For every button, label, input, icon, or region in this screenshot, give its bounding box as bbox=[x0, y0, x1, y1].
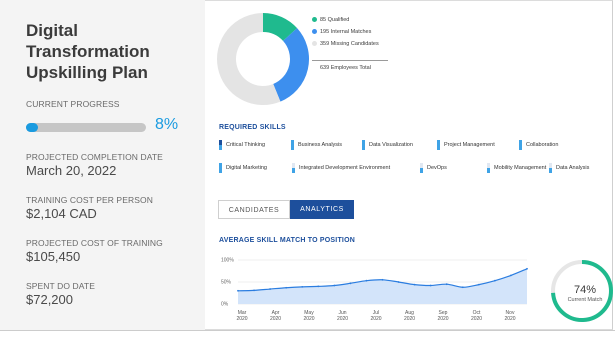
y-tick-label: 100% bbox=[221, 258, 234, 264]
skill-label: Project Management bbox=[444, 142, 495, 148]
legend-item-qualified: 85 Qualified bbox=[312, 17, 349, 23]
legend-dot bbox=[312, 29, 317, 35]
data-point bbox=[493, 279, 496, 282]
skill-label: Mobility Management bbox=[494, 165, 547, 171]
skill-level-lower bbox=[420, 168, 423, 173]
projected-cost-label: PROJECTED COST OF TRAINING bbox=[26, 238, 163, 248]
current-match-label: Current Match bbox=[567, 297, 603, 303]
progress-bar-fill bbox=[26, 123, 38, 132]
skill-level-indicator bbox=[519, 140, 522, 150]
y-tick-label: 0% bbox=[221, 302, 229, 308]
skill-level-indicator bbox=[219, 140, 222, 150]
donut-segment-qualified bbox=[262, 13, 298, 42]
x-tick-label: 2020 bbox=[504, 316, 515, 322]
x-tick-label: 2020 bbox=[404, 316, 415, 322]
progress-label: CURRENT PROGRESS bbox=[26, 99, 120, 109]
completion-date-label: PROJECTED COMPLETION DATE bbox=[26, 152, 163, 162]
data-point bbox=[445, 283, 448, 286]
spent-to-date-value: $72,200 bbox=[26, 292, 73, 307]
x-tick-label: 2020 bbox=[437, 316, 448, 322]
data-point bbox=[429, 284, 432, 287]
projected-cost-value: $105,450 bbox=[26, 249, 81, 264]
skill-label: DevOps bbox=[427, 165, 447, 171]
skill-level-lower bbox=[292, 168, 295, 173]
completion-date-value: March 20, 2022 bbox=[26, 163, 117, 178]
data-point bbox=[285, 286, 288, 289]
skill-level-indicator bbox=[362, 140, 365, 150]
skill-level-lower bbox=[519, 145, 522, 150]
data-point bbox=[526, 267, 528, 270]
skill-level-lower bbox=[362, 145, 365, 150]
tab-candidates[interactable]: CANDIDATES bbox=[218, 200, 290, 219]
skill-label: Data Analysis bbox=[556, 165, 590, 171]
skill-level-indicator bbox=[420, 163, 423, 173]
x-tick-label: 2020 bbox=[303, 316, 314, 322]
data-point bbox=[510, 274, 512, 277]
legend-item-internal-matches: 195 Internal Matches bbox=[312, 29, 371, 35]
employees-total: 639 Employees Total bbox=[320, 65, 371, 71]
plan-title: Digital Transformation Upskilling Plan bbox=[26, 21, 150, 82]
x-tick-label: 2020 bbox=[370, 316, 381, 322]
skill-level-lower bbox=[219, 145, 222, 150]
data-point bbox=[477, 283, 480, 286]
current-match-value: 74% bbox=[573, 284, 597, 296]
candidate-donut-chart bbox=[217, 13, 309, 105]
donut-segment-missing bbox=[217, 13, 281, 105]
y-tick-label: 50% bbox=[221, 280, 232, 286]
data-point bbox=[413, 283, 416, 286]
skill-level-lower bbox=[291, 145, 294, 150]
skill-level-indicator bbox=[291, 140, 294, 150]
progress-percent: 8% bbox=[155, 116, 179, 133]
skill-match-area-chart: 0%50%100%Mar2020Apr2020May2020Jun2020Jul… bbox=[221, 258, 528, 322]
cost-per-person-value: $2,104 CAD bbox=[26, 206, 97, 221]
legend-label: 85 Qualified bbox=[320, 17, 350, 23]
spent-to-date-label: SPENT DO DATE bbox=[26, 281, 95, 291]
legend-item-missing-candidates: 359 Missing Candidates bbox=[312, 41, 379, 47]
legend-dot bbox=[312, 17, 317, 23]
area-fill bbox=[238, 268, 527, 304]
skill-level-indicator bbox=[437, 140, 440, 150]
tab-analytics[interactable]: ANALYTICS bbox=[290, 200, 354, 219]
skill-level-indicator bbox=[292, 163, 295, 173]
data-point bbox=[397, 281, 400, 283]
legend-divider bbox=[312, 60, 388, 61]
donut-segment-internal-matches bbox=[272, 28, 309, 102]
data-point bbox=[317, 285, 320, 288]
plan-summary-panel: Digital Transformation Upskilling Plan C… bbox=[0, 0, 205, 330]
divider bbox=[0, 330, 615, 331]
data-point bbox=[253, 289, 255, 292]
data-point bbox=[333, 284, 336, 287]
x-tick-label: 2020 bbox=[337, 316, 348, 322]
data-point bbox=[349, 282, 352, 285]
progress-bar bbox=[26, 123, 146, 132]
skill-label: Critical Thinking bbox=[226, 142, 266, 148]
cost-per-person-label: TRAINING COST PER PERSON bbox=[26, 195, 153, 205]
skill-level-lower bbox=[219, 168, 222, 173]
skill-level-indicator bbox=[549, 163, 552, 173]
data-point bbox=[269, 288, 272, 290]
data-point bbox=[301, 285, 304, 288]
data-point bbox=[365, 279, 368, 282]
legend-dot bbox=[312, 41, 317, 47]
data-point bbox=[381, 278, 384, 281]
legend-label: 195 Internal Matches bbox=[320, 29, 372, 35]
skill-level-indicator bbox=[219, 163, 222, 173]
x-tick-label: 2020 bbox=[270, 316, 281, 322]
skill-level-lower bbox=[487, 168, 490, 173]
skill-label: Collaboration bbox=[526, 142, 559, 148]
required-skills-heading: REQUIRED SKILLS bbox=[219, 124, 286, 131]
data-point bbox=[237, 289, 239, 292]
data-point bbox=[461, 286, 464, 289]
skill-label: Digital Marketing bbox=[226, 165, 267, 171]
skill-level-lower bbox=[549, 168, 552, 173]
x-tick-label: 2020 bbox=[471, 316, 482, 322]
legend-label: 359 Missing Candidates bbox=[320, 41, 379, 47]
skill-label: Data Visualization bbox=[369, 142, 413, 148]
x-tick-label: 2020 bbox=[236, 316, 247, 322]
skill-label: Business Analysis bbox=[298, 142, 343, 148]
skill-label: Integrated Development Environment bbox=[299, 165, 391, 171]
skill-level-lower bbox=[437, 145, 440, 150]
chart-title: AVERAGE SKILL MATCH TO POSITION bbox=[219, 237, 355, 244]
skill-level-indicator bbox=[487, 163, 490, 173]
